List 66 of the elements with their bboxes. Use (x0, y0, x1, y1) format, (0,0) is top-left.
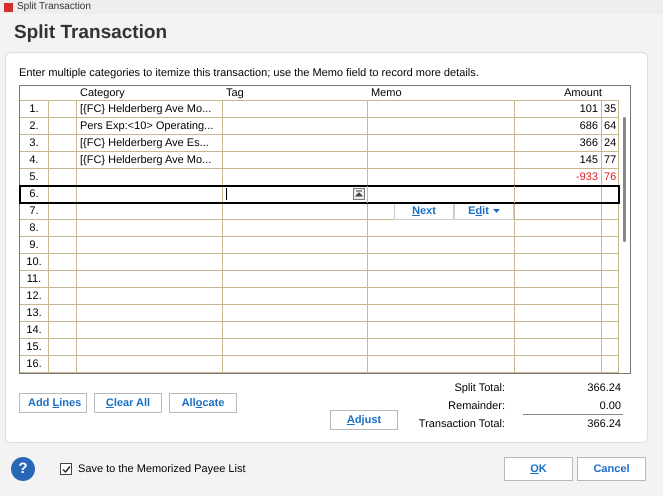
table-row[interactable]: 3. [{FC} Helderberg Ave Es... 366 24 (20, 135, 619, 152)
ok-button[interactable]: OK (504, 457, 573, 481)
column-header: Category (79, 86, 126, 100)
column-header: Memo (370, 86, 403, 100)
dropdown-icon[interactable] (353, 188, 365, 200)
table-row[interactable]: 2. Pers Exp:<10> Operating... 686 64 (20, 118, 619, 135)
row-number: 8. (20, 220, 49, 237)
row-number: 12. (20, 288, 49, 305)
scrollbar-thumb[interactable] (623, 117, 626, 242)
row-number: 7. (20, 203, 49, 220)
table-row[interactable]: 1. [{FC} Helderberg Ave Mo... 101 35 (20, 101, 619, 118)
action-button[interactable]: Allocate (169, 393, 237, 413)
table-row[interactable]: 8. (20, 220, 619, 237)
table-row[interactable]: 16. (20, 356, 619, 373)
row-action-button[interactable]: Next (394, 203, 454, 220)
category-cell: [{FC} Helderberg Ave Mo... (77, 101, 223, 118)
column-header: Amount (563, 86, 603, 100)
category-cell: [{FC} Helderberg Ave Mo... (77, 152, 223, 169)
row-number: 6. (20, 186, 49, 203)
table-row[interactable]: 11. (20, 271, 619, 288)
row-number: 15. (20, 339, 49, 356)
total-label: Split Total: (453, 381, 505, 396)
dialog-heading: Split Transaction (13, 21, 168, 45)
total-label: Transaction Total: (418, 417, 505, 432)
total-label: Remainder: (447, 399, 505, 414)
row-number: 9. (20, 237, 49, 254)
amount-cell: 686 (515, 118, 602, 135)
category-cell: [{FC} Helderberg Ave Es... (77, 135, 223, 152)
checkbox-label: Save to the Memorized Payee List (78, 462, 246, 477)
table-row[interactable]: 10. (20, 254, 619, 271)
row-number: 13. (20, 305, 49, 322)
amount-cell: 366 (515, 135, 602, 152)
cancel-button[interactable]: Cancel (577, 457, 646, 481)
table-row[interactable]: 15. (20, 339, 619, 356)
checkbox[interactable] (60, 463, 72, 475)
table-row[interactable]: 7. Next Edit (20, 203, 619, 220)
instructions-text: Enter multiple categories to itemize this transaction; use the Memo field to record more details. (19, 66, 480, 81)
amount-cell: 145 (515, 152, 602, 169)
row-number: 4. (20, 152, 49, 169)
column-header: Tag (225, 86, 245, 100)
amount-cell: 101 (515, 101, 602, 118)
action-button[interactable]: Add Lines (19, 393, 87, 413)
table-row[interactable]: 13. (20, 305, 619, 322)
total-value: 0.00 (523, 398, 623, 416)
row-number: 2. (20, 118, 49, 135)
table-row[interactable]: 4. [{FC} Helderberg Ave Mo... 145 77 (20, 152, 619, 169)
total-value: 366.24 (586, 417, 622, 432)
row-action-button[interactable]: Edit (454, 203, 514, 220)
row-number: 10. (20, 254, 49, 271)
help-button[interactable]: ? (11, 457, 35, 481)
window-title: Split Transaction (17, 2, 91, 12)
row-number: 3. (20, 135, 49, 152)
table-row[interactable]: 6. (20, 186, 619, 203)
total-value: 366.24 (586, 381, 622, 396)
table-row[interactable]: 12. (20, 288, 619, 305)
row-number: 16. (20, 356, 49, 373)
adjust-button[interactable]: Adjust (330, 410, 398, 430)
category-cell: Pers Exp:<10> Operating... (77, 118, 223, 135)
row-number: 11. (20, 271, 49, 288)
action-button[interactable]: Clear All (94, 393, 162, 413)
table-row[interactable]: 14. (20, 322, 619, 339)
row-number: 14. (20, 322, 49, 339)
table-row[interactable]: 9. (20, 237, 619, 254)
row-number: 1. (20, 101, 49, 118)
text-cursor (226, 188, 227, 200)
app-icon (4, 2, 13, 12)
